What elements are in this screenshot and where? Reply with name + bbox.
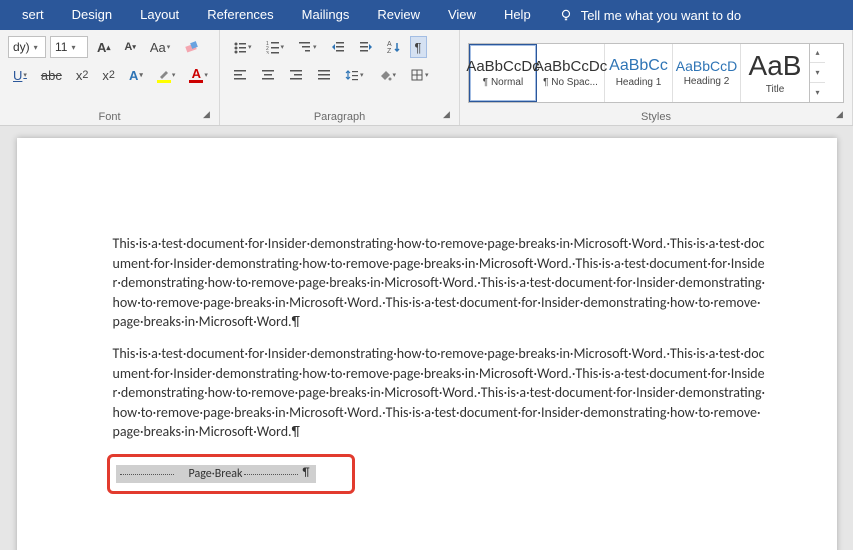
style-heading-1[interactable]: AaBbCc Heading 1 [605,44,673,102]
style-preview: AaBbCcDc [534,58,607,75]
font-size-value: 11 [55,40,67,54]
style-preview: AaB [749,50,802,82]
tell-me[interactable]: Tell me what you want to do [545,8,741,23]
eraser-icon [184,39,200,55]
tab-view[interactable]: View [434,0,490,30]
change-case-button[interactable]: Aa▾ [145,36,175,58]
tab-references[interactable]: References [193,0,287,30]
style-label: Heading 2 [684,76,730,87]
page-break-leader-right [244,474,298,475]
highlight-button[interactable]: ▾ [152,64,181,86]
style-normal[interactable]: AaBbCcDc ¶ Normal [469,44,537,102]
gallery-down-button[interactable]: ▾ [810,63,825,83]
tab-design[interactable]: Design [58,0,126,30]
align-center-icon [261,68,275,82]
document-workspace[interactable]: This·is·a·test·document·for·Insider·demo… [0,126,853,550]
paint-bucket-icon [378,68,392,82]
lightbulb-icon [559,8,573,22]
page-break-marker[interactable]: Page·Break ¶ [116,465,316,483]
paragraph-dialog-launcher[interactable]: ◢ [443,109,455,121]
styles-gallery: AaBbCcDc ¶ Normal AaBbCcDc ¶ No Spac... … [468,43,844,103]
outdent-icon [331,40,345,54]
gallery-scroll: ▴ ▾ ▾ [809,44,825,102]
tab-review[interactable]: Review [363,0,434,30]
line-spacing-button[interactable]: ▾ [340,64,369,86]
styles-group-label: Styles [460,111,852,123]
style-heading-2[interactable]: AaBbCcD Heading 2 [673,44,741,102]
style-label: Heading 1 [616,77,662,88]
paragraph-2[interactable]: This·is·a·test·document·for·Insider·demo… [113,344,767,442]
font-size-combo[interactable]: 11▾ [50,36,88,58]
multilevel-icon [298,40,312,54]
align-left-button[interactable] [228,64,252,86]
line-spacing-icon [345,68,359,82]
style-preview: AaBbCcD [676,58,737,74]
style-preview: AaBbCcDc [466,58,539,75]
tab-layout[interactable]: Layout [126,0,193,30]
align-right-button[interactable] [284,64,308,86]
paragraph-group-label: Paragraph [220,111,459,123]
tab-help[interactable]: Help [490,0,545,30]
increase-indent-button[interactable] [354,36,378,58]
bullets-button[interactable]: ▾ [228,36,257,58]
font-family-value: dy) [13,40,30,54]
tab-insert[interactable]: sert [8,0,58,30]
ribbon-group-font: dy)▾ 11▾ A▴ A▾ Aa▾ U▾ abc x2 x2 A▾ [0,30,220,125]
svg-text:3: 3 [266,51,269,54]
style-title[interactable]: AaB Title [741,44,809,102]
font-color-button[interactable]: A ▾ [184,64,213,86]
grow-font-button[interactable]: A▴ [92,36,115,58]
show-hide-button[interactable]: ¶ [410,36,427,58]
numbering-button[interactable]: 123▾ [261,36,290,58]
svg-text:Z: Z [387,48,392,54]
tell-me-label: Tell me what you want to do [581,8,741,23]
bullets-icon [233,40,247,54]
style-label: Title [766,84,785,95]
underline-button[interactable]: U▾ [8,64,32,86]
page-break-leader-left [120,474,174,475]
multilevel-list-button[interactable]: ▾ [293,36,322,58]
font-dialog-launcher[interactable]: ◢ [203,109,215,121]
styles-dialog-launcher[interactable]: ◢ [836,109,848,121]
subscript-button[interactable]: x2 [71,64,94,86]
ribbon-group-paragraph: ▾ 123▾ ▾ AZ ¶ [220,30,460,125]
svg-text:A: A [387,41,392,48]
pilcrow-icon: ¶ [302,466,309,480]
style-no-spacing[interactable]: AaBbCcDc ¶ No Spac... [537,44,605,102]
align-right-icon [289,68,303,82]
style-preview: AaBbCc [609,57,668,75]
ribbon: dy)▾ 11▾ A▴ A▾ Aa▾ U▾ abc x2 x2 A▾ [0,30,853,126]
document-page[interactable]: This·is·a·test·document·for·Insider·demo… [17,138,837,550]
superscript-button[interactable]: x2 [97,64,120,86]
align-center-button[interactable] [256,64,280,86]
font-group-label: Font [0,111,219,123]
justify-button[interactable] [312,64,336,86]
tab-mailings[interactable]: Mailings [288,0,364,30]
align-left-icon [233,68,247,82]
gallery-more-button[interactable]: ▾ [810,83,825,102]
numbering-icon: 123 [266,40,280,54]
shrink-font-button[interactable]: A▾ [119,36,140,58]
style-label: ¶ No Spac... [543,77,598,88]
strikethrough-button[interactable]: abc [36,64,67,86]
menu-bar: sert Design Layout References Mailings R… [0,0,853,30]
text-effects-button[interactable]: A▾ [124,64,148,86]
indent-icon [359,40,373,54]
gallery-up-button[interactable]: ▴ [810,44,825,64]
paragraph-1[interactable]: This·is·a·test·document·for·Insider·demo… [113,234,767,332]
clear-formatting-button[interactable] [179,36,205,58]
decrease-indent-button[interactable] [326,36,350,58]
style-label: ¶ Normal [483,77,523,88]
annotation-highlight: Page·Break ¶ [107,454,355,494]
sort-button[interactable]: AZ [382,36,406,58]
justify-icon [317,68,331,82]
highlighter-icon [158,68,170,79]
sort-icon: AZ [387,40,401,54]
shading-button[interactable]: ▾ [373,64,402,86]
font-family-combo[interactable]: dy)▾ [8,36,46,58]
ribbon-group-styles: AaBbCcDc ¶ Normal AaBbCcDc ¶ No Spac... … [460,30,853,125]
page-break-label: Page·Break [189,467,243,481]
borders-button[interactable]: ▾ [405,64,434,86]
borders-icon [410,68,424,82]
